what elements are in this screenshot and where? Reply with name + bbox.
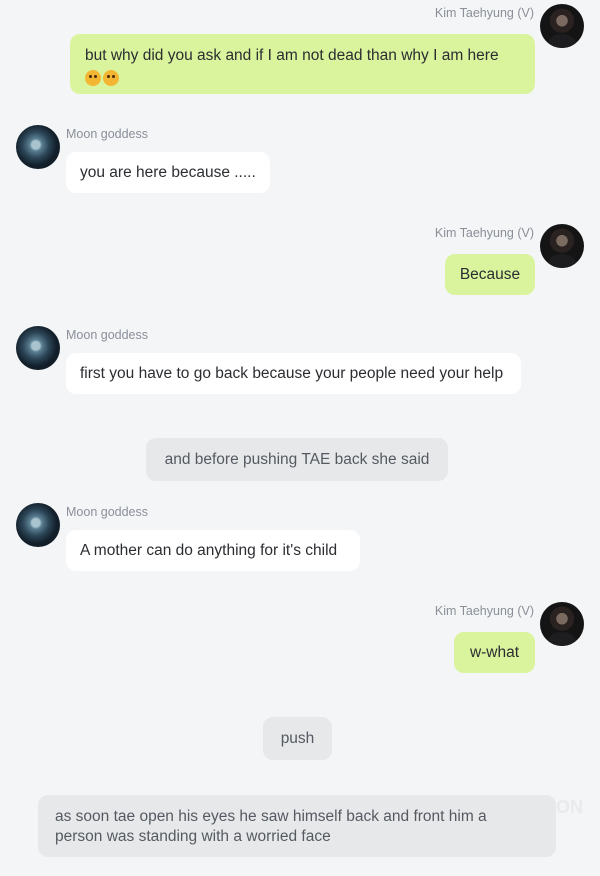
- sender-name: Moon goddess: [66, 328, 149, 342]
- emoji-row: [85, 68, 520, 88]
- sender-name: Moon goddess: [66, 127, 149, 141]
- message-text: you are here because .....: [80, 164, 256, 181]
- avatar-moon-goddess[interactable]: [16, 125, 60, 169]
- message-bubble: first you have to go back because your p…: [66, 353, 521, 394]
- narration-bubble: push: [263, 717, 332, 760]
- sender-name: Moon goddess: [66, 505, 149, 519]
- narration-text: push: [280, 730, 315, 747]
- watermark-text: ON: [556, 797, 583, 817]
- message-bubble: A mother can do anything for it's child: [66, 530, 360, 571]
- message-bubble: w-what: [454, 632, 535, 673]
- avatar-kim-taehyung[interactable]: [540, 602, 584, 646]
- avatar-kim-taehyung[interactable]: [540, 4, 584, 48]
- narration-bubble: as soon tae open his eyes he saw himself…: [38, 795, 556, 857]
- message-bubble: but why did you ask and if I am not dead…: [70, 34, 535, 94]
- narration-text: as soon tae open his eyes he saw himself…: [55, 808, 487, 845]
- blushing-face-icon: [103, 69, 119, 86]
- message-text: w-what: [469, 644, 520, 661]
- message-text: A mother can do anything for it's child: [80, 542, 338, 559]
- message-bubble: you are here because .....: [66, 152, 270, 193]
- message-text: Because: [459, 266, 521, 283]
- narration-bubble: and before pushing TAE back she said: [146, 438, 448, 481]
- sender-name: Kim Taehyung (V): [434, 604, 534, 618]
- message-text: but why did you ask and if I am not dead…: [85, 47, 499, 64]
- avatar-moon-goddess[interactable]: [16, 503, 60, 547]
- message-bubble: Because: [445, 254, 535, 295]
- message-text: first you have to go back because your p…: [80, 365, 504, 382]
- kissing-face-icon: [85, 69, 101, 86]
- avatar-kim-taehyung[interactable]: [540, 224, 584, 268]
- narration-text: and before pushing TAE back she said: [164, 451, 430, 468]
- sender-name: Kim Taehyung (V): [434, 226, 534, 240]
- sender-name: Kim Taehyung (V): [434, 6, 534, 20]
- avatar-moon-goddess[interactable]: [16, 326, 60, 370]
